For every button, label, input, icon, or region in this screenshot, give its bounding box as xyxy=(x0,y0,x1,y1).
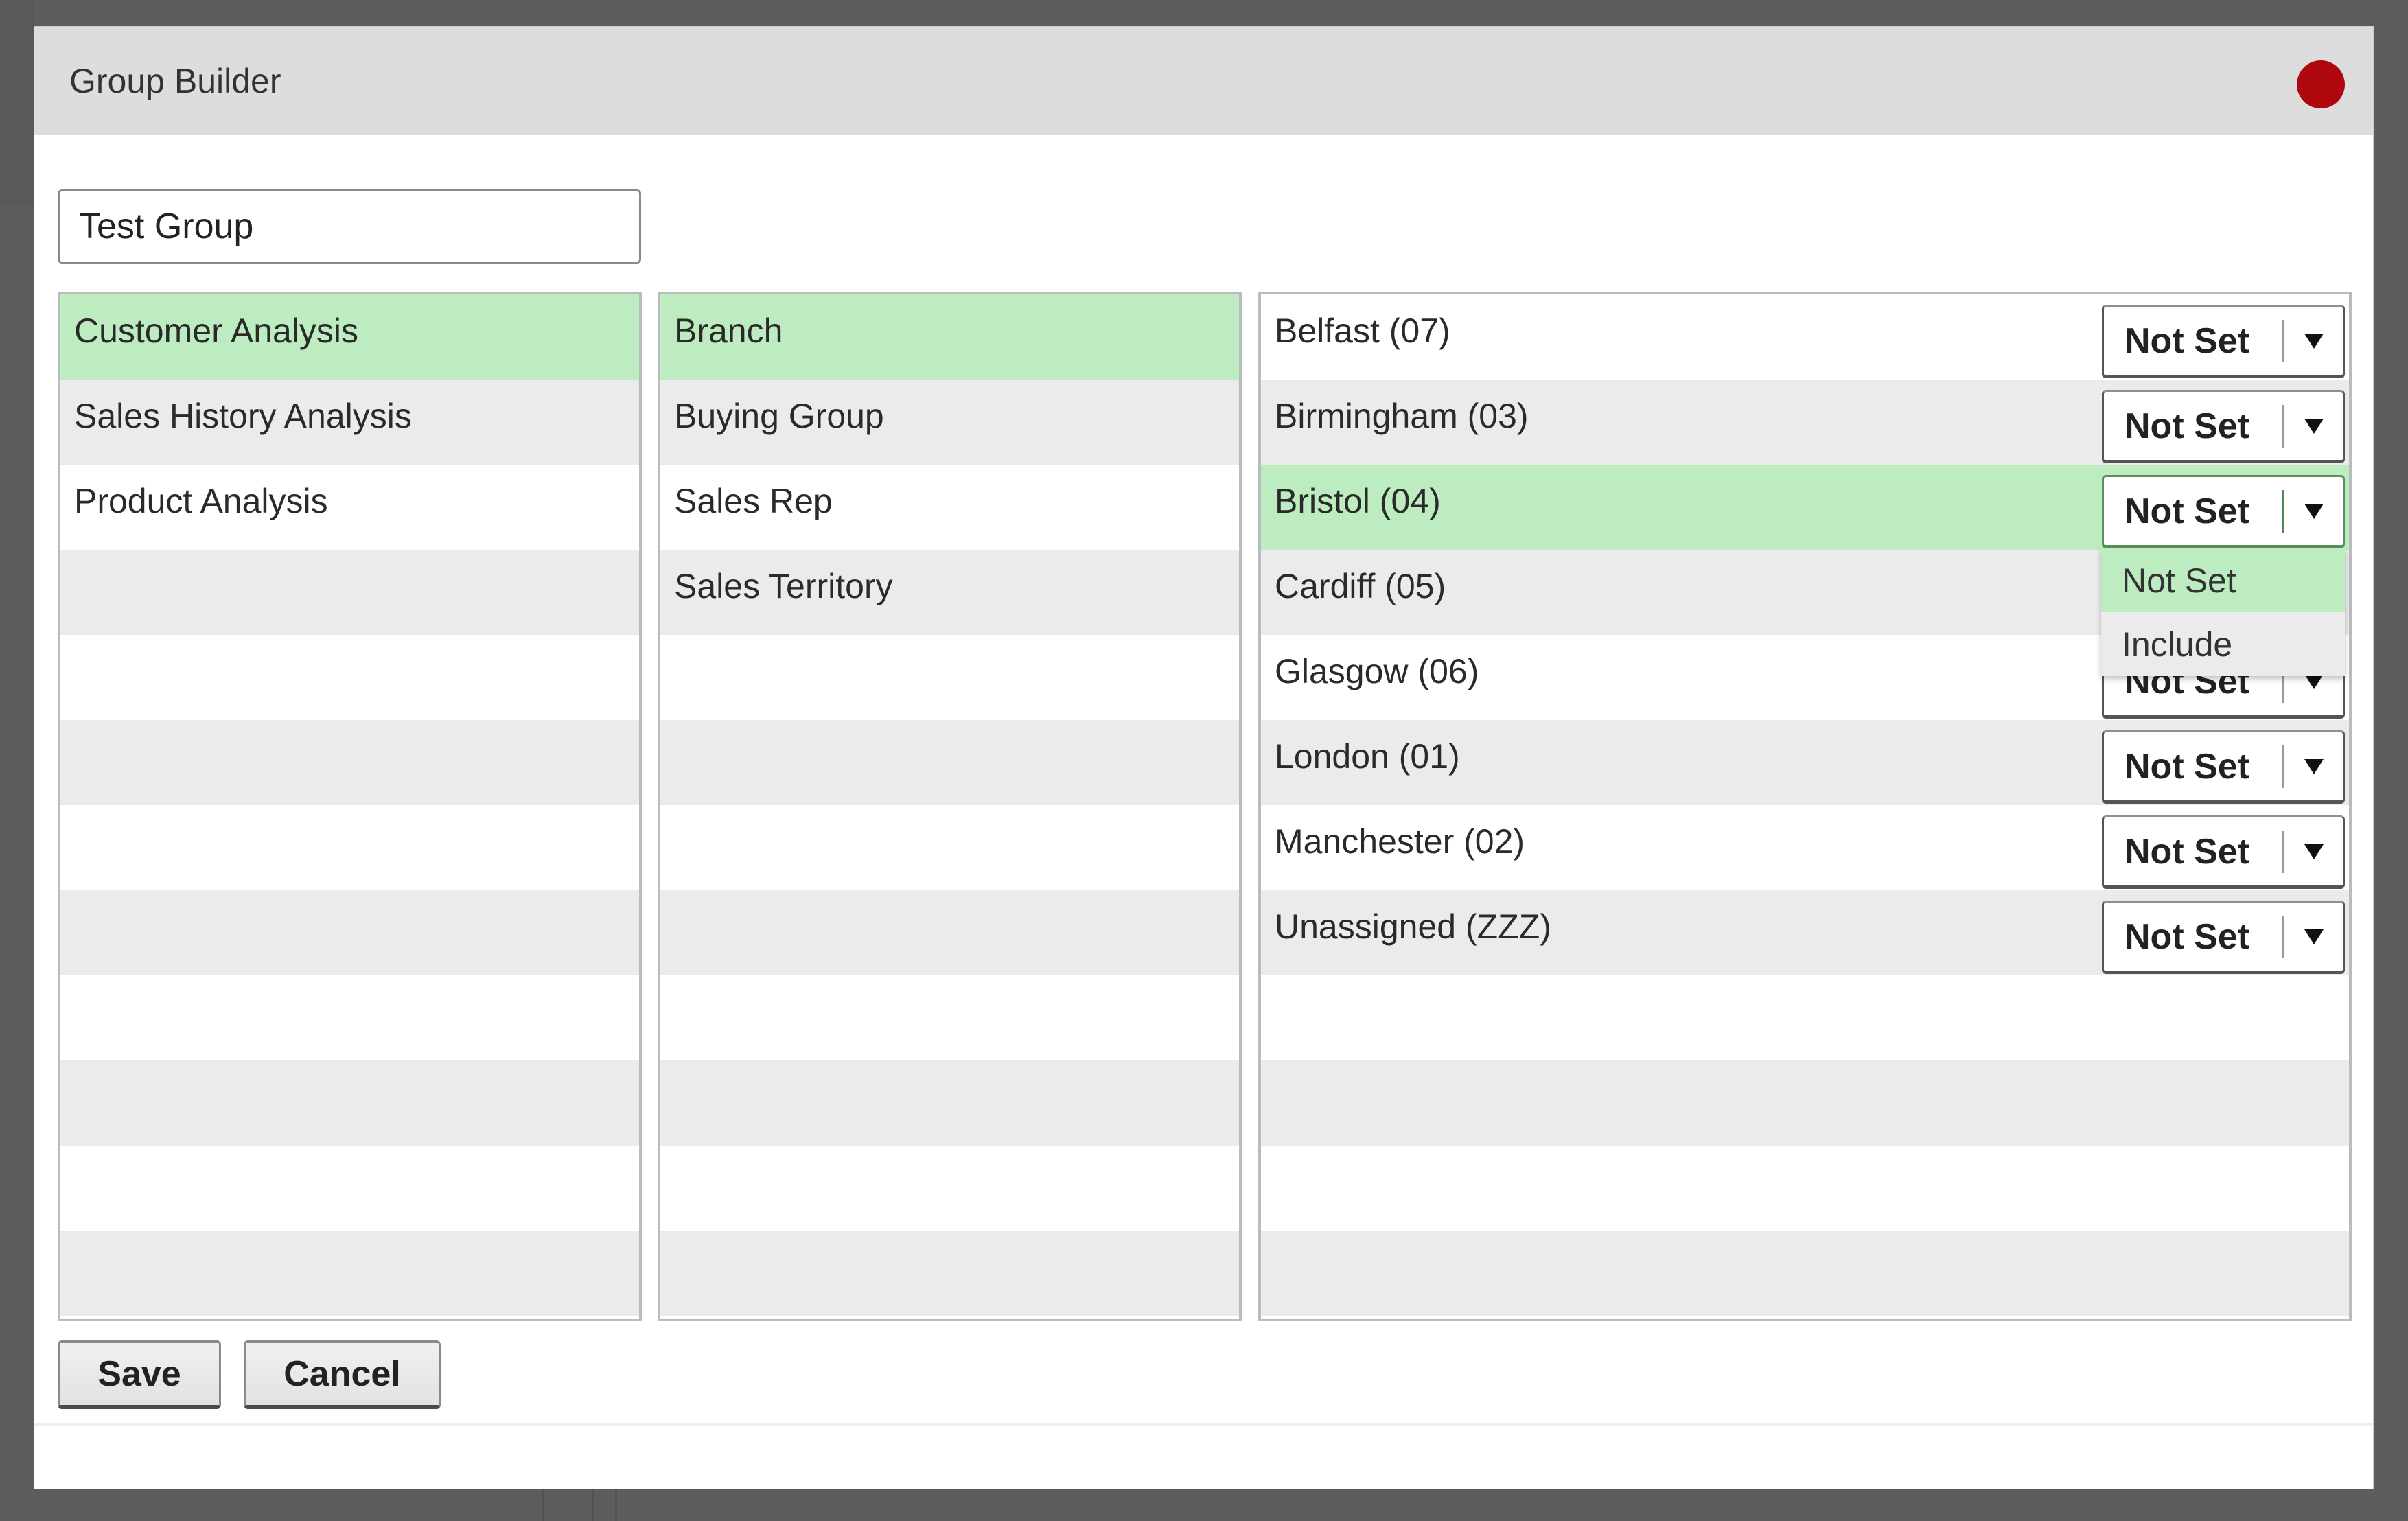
include-status-select[interactable]: Not Set xyxy=(2102,475,2345,548)
empty-row xyxy=(660,805,1239,890)
chevron-down-icon[interactable] xyxy=(2284,503,2343,519)
empty-row xyxy=(660,635,1239,720)
backdrop-strip xyxy=(0,0,34,206)
list-item[interactable]: Product Analysis xyxy=(60,465,639,550)
close-circle-icon[interactable] xyxy=(2297,60,2345,108)
select-value: Not Set xyxy=(2125,406,2249,446)
list-item-label: Sales Territory xyxy=(674,567,893,605)
list-item[interactable]: Sales Rep xyxy=(660,465,1239,550)
list-item[interactable]: London (01) Not Set xyxy=(1261,720,2349,805)
empty-row xyxy=(60,975,639,1060)
list-item[interactable]: Bristol (04) Not Set xyxy=(1261,465,2349,550)
empty-row xyxy=(660,890,1239,975)
dropdown-option[interactable]: Include xyxy=(2101,612,2345,676)
group-name-input[interactable] xyxy=(58,189,641,264)
list-item[interactable]: Manchester (02) Not Set xyxy=(1261,805,2349,890)
empty-row xyxy=(60,1060,639,1146)
list-item[interactable]: Sales History Analysis xyxy=(60,380,639,465)
select-value: Not Set xyxy=(2125,746,2249,787)
empty-row xyxy=(1261,1146,2349,1231)
chevron-down-icon[interactable] xyxy=(2284,758,2343,774)
list-item-label: Unassigned (ZZZ) xyxy=(1275,907,1551,946)
list-item[interactable]: Sales Territory xyxy=(660,550,1239,635)
group-builder-dialog: Group Builder Customer Analysis Sales His… xyxy=(34,26,2374,1489)
empty-row xyxy=(60,1146,639,1231)
list-item-label: London (01) xyxy=(1275,737,1460,776)
select-value: Not Set xyxy=(2125,831,2249,872)
include-dropdown-menu: Not Set Include xyxy=(2101,548,2345,676)
empty-row xyxy=(660,975,1239,1060)
cancel-button[interactable]: Cancel xyxy=(244,1340,441,1409)
value-list: Belfast (07) Not Set Birmingham (03) Not Se… xyxy=(1258,292,2352,1321)
empty-row xyxy=(1261,975,2349,1060)
dialog-title: Group Builder xyxy=(69,62,281,100)
chevron-down-icon[interactable] xyxy=(2284,844,2343,859)
list-item-label: Product Analysis xyxy=(74,482,328,520)
empty-row xyxy=(1261,1231,2349,1316)
list-item-label: Glasgow (06) xyxy=(1275,652,1479,690)
empty-row xyxy=(60,720,639,805)
dropdown-option[interactable]: Not Set xyxy=(2101,548,2345,612)
list-item-label: Birmingham (03) xyxy=(1275,397,1529,435)
list-item-label: Branch xyxy=(674,312,783,350)
list-item[interactable]: Customer Analysis xyxy=(60,294,639,380)
list-item-label: Manchester (02) xyxy=(1275,822,1525,861)
list-item-label: Cardiff (05) xyxy=(1275,567,1446,605)
list-item[interactable]: Belfast (07) Not Set xyxy=(1261,294,2349,380)
list-item-label: Sales History Analysis xyxy=(74,397,412,435)
include-status-select[interactable]: Not Set xyxy=(2102,730,2345,804)
empty-row xyxy=(660,1231,1239,1316)
empty-row xyxy=(60,890,639,975)
empty-row xyxy=(1261,1060,2349,1146)
empty-row xyxy=(60,805,639,890)
list-item[interactable]: Branch xyxy=(660,294,1239,380)
list-item-label: Buying Group xyxy=(674,397,884,435)
dialog-header: Group Builder xyxy=(34,27,2373,135)
analysis-type-list: Customer Analysis Sales History Analysis P… xyxy=(58,292,642,1321)
list-item-label: Sales Rep xyxy=(674,482,833,520)
select-value: Not Set xyxy=(2125,491,2249,531)
include-status-select[interactable]: Not Set xyxy=(2102,815,2345,889)
empty-row xyxy=(660,720,1239,805)
list-item-label: Bristol (04) xyxy=(1275,482,1441,520)
save-button[interactable]: Save xyxy=(58,1340,221,1409)
include-status-select[interactable]: Not Set xyxy=(2102,390,2345,463)
empty-row xyxy=(660,1060,1239,1146)
list-item-label: Belfast (07) xyxy=(1275,312,1450,350)
include-status-select[interactable]: Not Set xyxy=(2102,305,2345,378)
chevron-down-icon[interactable] xyxy=(2284,418,2343,434)
list-item[interactable]: Buying Group xyxy=(660,380,1239,465)
chevron-down-icon[interactable] xyxy=(2284,929,2343,944)
empty-row xyxy=(60,635,639,720)
select-value: Not Set xyxy=(2125,916,2249,957)
select-value: Not Set xyxy=(2125,321,2249,361)
list-item-label: Customer Analysis xyxy=(74,312,359,350)
empty-row xyxy=(60,550,639,635)
list-item[interactable]: Birmingham (03) Not Set xyxy=(1261,380,2349,465)
footer-divider xyxy=(34,1423,2373,1426)
backdrop-bottom xyxy=(0,1489,2408,1521)
list-item[interactable]: Unassigned (ZZZ) Not Set xyxy=(1261,890,2349,975)
empty-row xyxy=(660,1146,1239,1231)
field-list: Branch Buying Group Sales Rep Sales Territo… xyxy=(658,292,1242,1321)
empty-row xyxy=(60,1231,639,1316)
include-status-select[interactable]: Not Set xyxy=(2102,901,2345,974)
chevron-down-icon[interactable] xyxy=(2284,333,2343,349)
